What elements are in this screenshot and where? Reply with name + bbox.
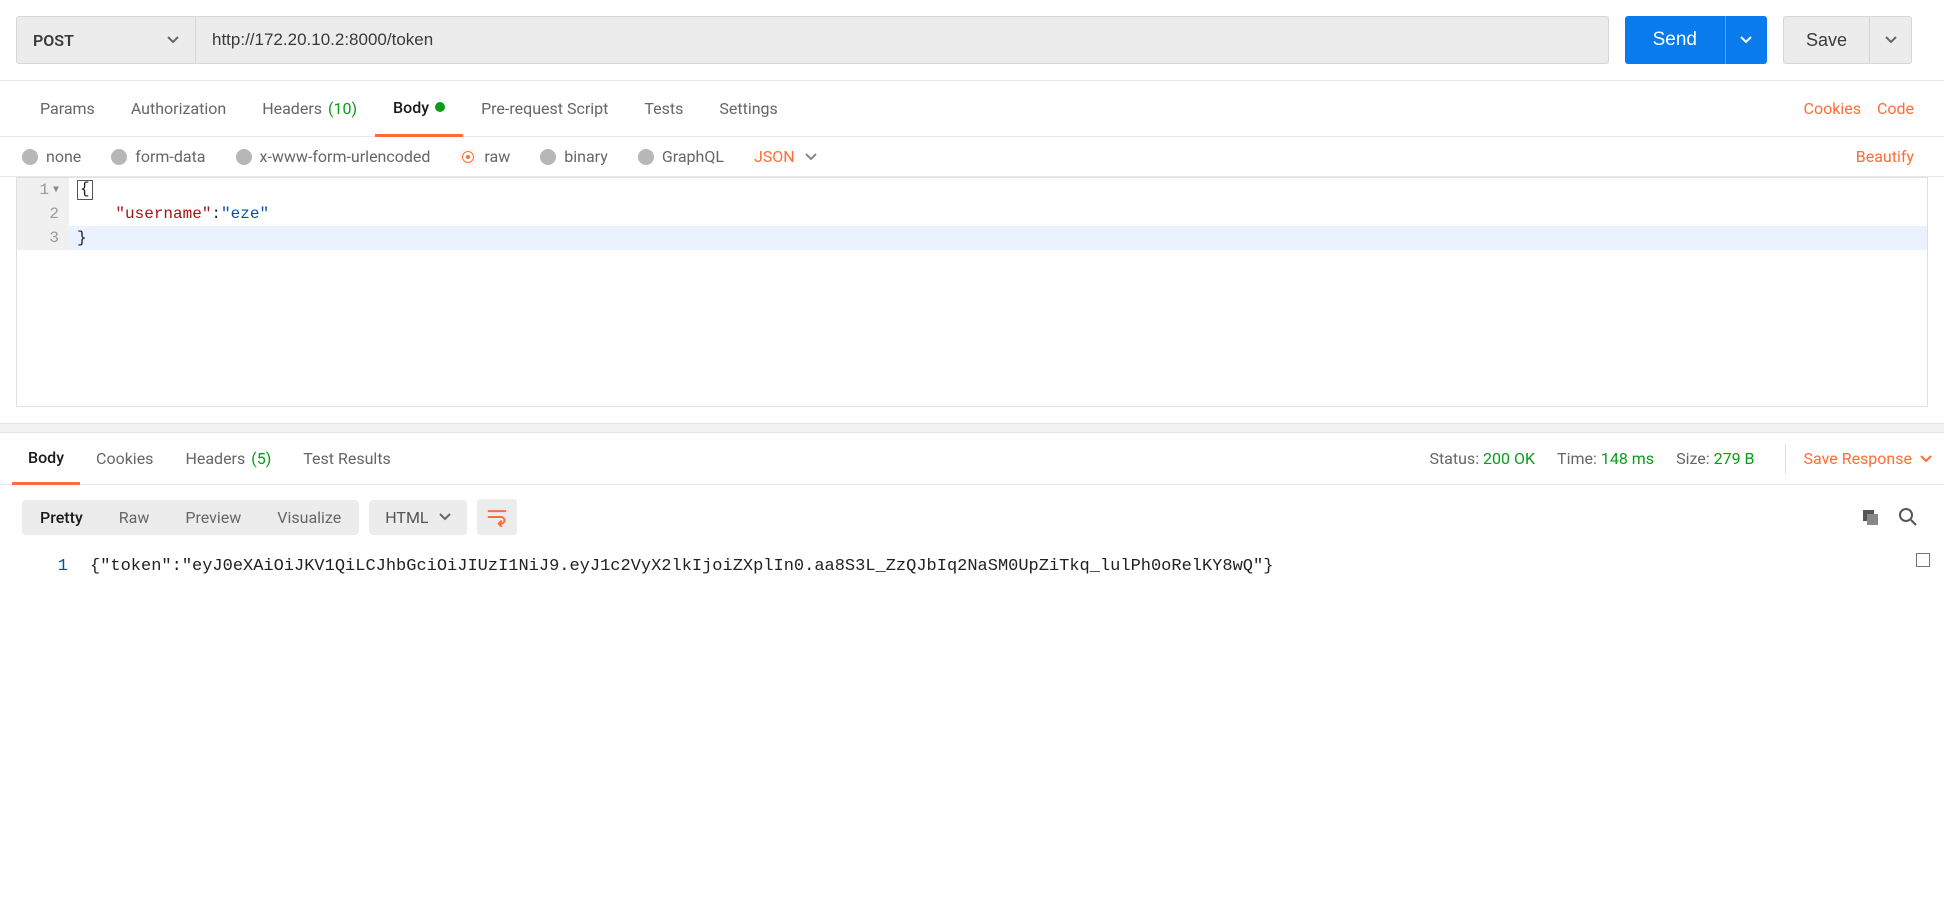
- response-format-dropdown[interactable]: HTML: [369, 500, 466, 535]
- beautify-link[interactable]: Beautify: [1848, 147, 1922, 166]
- response-tab-body[interactable]: Body: [12, 433, 80, 485]
- time-label: Time: 148 ms: [1557, 449, 1654, 468]
- response-body-viewer[interactable]: 1 {"token":"eyJ0eXAiOiJKV1QiLCJhbGciOiJI…: [0, 549, 1944, 636]
- response-tab-headers[interactable]: Headers (5): [169, 433, 287, 485]
- time-value: 148 ms: [1601, 449, 1654, 468]
- save-dropdown[interactable]: [1870, 16, 1912, 64]
- fold-caret-icon[interactable]: ▼: [53, 185, 59, 196]
- body-modified-dot-icon: [435, 102, 445, 112]
- save-response-dropdown[interactable]: Save Response: [1785, 444, 1932, 474]
- tab-settings[interactable]: Settings: [701, 81, 795, 137]
- tab-params[interactable]: Params: [22, 81, 113, 137]
- response-body-text: {"token":"eyJ0eXAiOiJKV1QiLCJhbGciOiJIUz…: [90, 557, 1944, 576]
- wrap-icon: [487, 507, 507, 527]
- body-type-none[interactable]: none: [22, 147, 81, 166]
- body-type-raw[interactable]: raw: [460, 147, 510, 166]
- search-icon: [1898, 507, 1918, 527]
- headers-count-badge: (10): [328, 99, 357, 118]
- body-type-graphql[interactable]: GraphQL: [638, 147, 724, 166]
- chevron-down-icon: [1885, 36, 1897, 44]
- tab-authorization[interactable]: Authorization: [113, 81, 244, 137]
- save-button[interactable]: Save: [1783, 16, 1870, 64]
- view-pretty[interactable]: Pretty: [22, 500, 101, 535]
- response-tab-test-results[interactable]: Test Results: [287, 433, 407, 485]
- chevron-down-icon: [805, 153, 817, 161]
- chevron-down-icon: [167, 36, 179, 44]
- send-dropdown[interactable]: [1725, 16, 1767, 64]
- body-type-binary[interactable]: binary: [540, 147, 608, 166]
- status-value: 200 OK: [1483, 449, 1535, 468]
- copy-icon: [1860, 507, 1880, 527]
- scrollbar-marker[interactable]: [1916, 553, 1930, 567]
- tab-body[interactable]: Body: [375, 81, 463, 137]
- tab-headers[interactable]: Headers (10): [244, 81, 375, 137]
- chevron-down-icon: [439, 513, 451, 521]
- response-line-number: 1: [0, 557, 90, 576]
- request-url-input[interactable]: [196, 16, 1609, 64]
- response-tab-cookies[interactable]: Cookies: [80, 433, 169, 485]
- tab-prerequest[interactable]: Pre-request Script: [463, 81, 626, 137]
- search-response-button[interactable]: [1894, 503, 1922, 531]
- response-headers-count-badge: (5): [251, 449, 271, 468]
- view-visualize[interactable]: Visualize: [259, 500, 359, 535]
- cookies-link[interactable]: Cookies: [1796, 99, 1869, 118]
- body-language-dropdown[interactable]: JSON: [754, 147, 817, 166]
- body-type-form-data[interactable]: form-data: [111, 147, 205, 166]
- body-type-urlencoded[interactable]: x-www-form-urlencoded: [236, 147, 431, 166]
- request-body-editor[interactable]: 1▼ { 2 "username":"eze" 3 }: [16, 177, 1928, 407]
- tab-tests[interactable]: Tests: [626, 81, 701, 137]
- chevron-down-icon: [1740, 36, 1752, 44]
- status-label: Status: 200 OK: [1429, 449, 1535, 468]
- copy-response-button[interactable]: [1856, 503, 1884, 531]
- http-method-value: POST: [33, 31, 74, 50]
- size-label: Size: 279 B: [1676, 449, 1754, 468]
- send-button[interactable]: Send: [1625, 16, 1725, 64]
- code-link[interactable]: Code: [1869, 99, 1922, 118]
- view-preview[interactable]: Preview: [167, 500, 259, 535]
- view-raw[interactable]: Raw: [101, 500, 168, 535]
- chevron-down-icon: [1920, 455, 1932, 463]
- line-wrap-toggle[interactable]: [477, 499, 517, 535]
- size-value: 279 B: [1714, 449, 1755, 468]
- http-method-dropdown[interactable]: POST: [16, 16, 196, 64]
